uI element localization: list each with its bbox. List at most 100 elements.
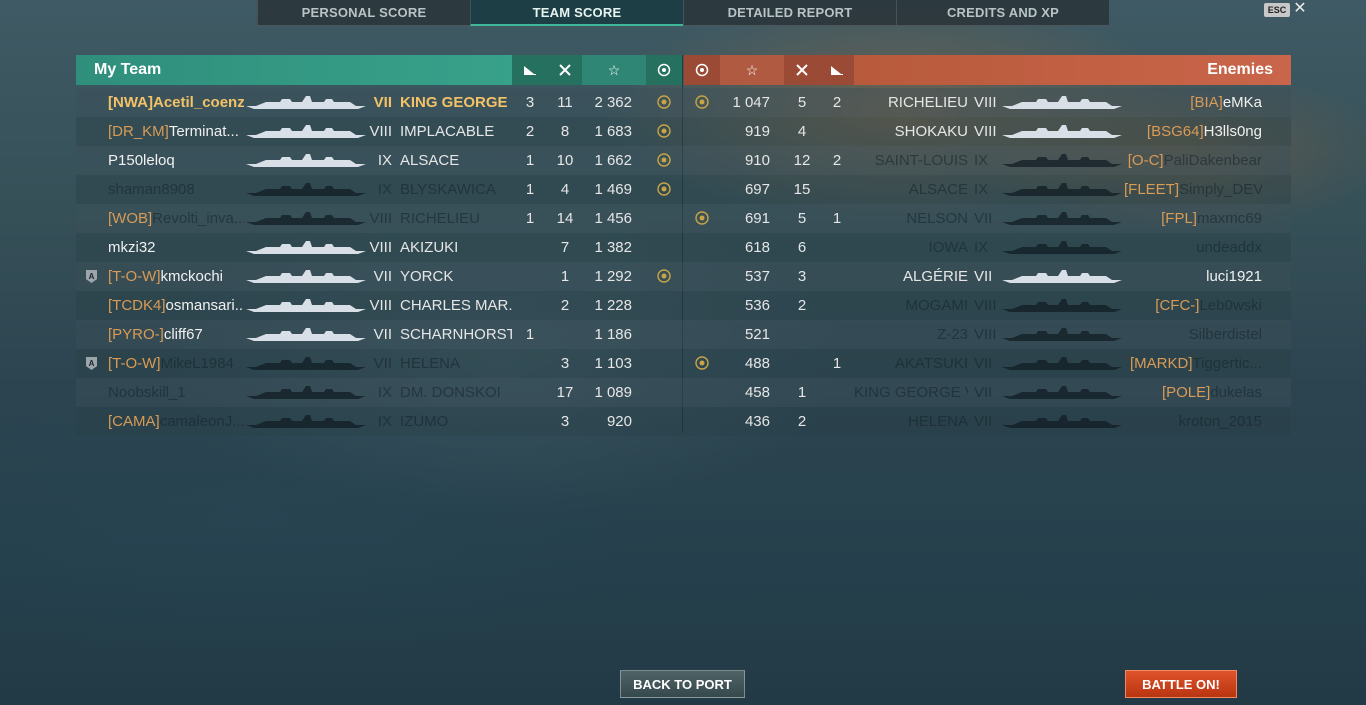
torpedo-hits: 2 (525, 123, 535, 140)
ship-tier: VII (373, 355, 392, 372)
my-team-player[interactable]: mkzi32 VIII AKIZUKI 7 1 382 (76, 233, 682, 262)
clan-tag: [BSG64] (1146, 123, 1204, 140)
my-team-player[interactable]: Noobskill_1 IX DM. DONSKOI 17 1 089 (76, 378, 682, 407)
player-name: cliff67 (163, 326, 203, 343)
ship-name: SHOKAKU (894, 123, 968, 140)
player-name-cell: [T-O-W]MikeL1984 (108, 349, 244, 378)
enemy-player[interactable]: 618 6 IOWA IX undeaddx (684, 233, 1291, 262)
enemy-player[interactable]: 488 1 AKATSUKI VII [MARKD]Tiggertic... (684, 349, 1291, 378)
ship-name: ALSACE (400, 152, 460, 169)
player-name: shaman8908 (108, 181, 195, 198)
clan-tag: [PYRO-] (108, 326, 164, 343)
ship-name: KING GEORGE V (400, 94, 512, 111)
clan-tag: [MARKD] (1130, 355, 1193, 372)
ship-tier: VII (974, 210, 993, 227)
tab-credits-and-xp[interactable]: CREDITS AND XP (896, 0, 1109, 26)
my-team-player[interactable]: A [T-O-W]kmckochi VII YORCK 1 1 292 (76, 262, 682, 291)
kills-count: 11 (557, 94, 573, 111)
ship-silhouette-icon (246, 385, 366, 400)
tab-team-score[interactable]: TEAM SCORE (470, 0, 683, 26)
my-team-player[interactable]: [PYRO-]cliff67 VII SCHARNHORST 1 1 186 (76, 320, 682, 349)
player-name: H3lls0ng (1203, 123, 1262, 140)
torpedo-icon (512, 55, 548, 85)
enemy-player[interactable]: 537 3 ALGÉRIE VII luci1921 (684, 262, 1291, 291)
player-name: Acetil_coenzi... (153, 94, 244, 111)
kills-count: 7 (560, 239, 570, 256)
enemy-player[interactable]: 458 1 KING GEORGE V VII [POLE]dukelas (684, 378, 1291, 407)
enemy-player[interactable]: 1 047 5 2 RICHELIEU VIII [BIA]eMKa (684, 88, 1291, 117)
player-name-cell: Noobskill_1 (108, 378, 244, 407)
ship-silhouette-icon (1002, 356, 1122, 371)
enemies-header: Enemies (854, 55, 1291, 85)
kills-count (784, 320, 820, 349)
team-score: 919 (744, 123, 770, 140)
ship-silhouette-icon (246, 124, 366, 139)
enemy-player[interactable]: 697 15 ALSACE IX [FLEET]Simply_DEVI (684, 175, 1291, 204)
enemy-player[interactable]: 521 Z-23 VIII Silberdistel (684, 320, 1291, 349)
table-row: shaman8908 IX BLYSKAWICA 1 4 1 469 697 15 ALSACE… (76, 175, 1291, 204)
player-name: camaleonJ... (159, 413, 244, 430)
ship-silhouette-icon (1002, 182, 1122, 197)
ship-silhouette-icon (1002, 153, 1122, 168)
ship-tier: VIII (369, 297, 392, 314)
back-to-port-button[interactable]: BACK TO PORT (620, 670, 745, 698)
enemy-player[interactable]: 910 12 2 SAINT-LOUIS IX [O-C]PaliDakenbear (684, 146, 1291, 175)
my-team-player[interactable]: A [T-O-W]MikeL1984 VII HELENA 3 1 103 (76, 349, 682, 378)
ship-silhouette-icon (1002, 327, 1122, 342)
torpedo-hits (512, 233, 548, 262)
ship-name: AKIZUKI (400, 239, 459, 256)
torpedo-hits (820, 175, 854, 204)
ship-name: HELENA (400, 355, 461, 372)
player-name: luci1921 (1206, 268, 1262, 285)
ship-silhouette-icon (246, 182, 366, 197)
player-name-cell: [BSG64]H3lls0ng (1124, 117, 1262, 146)
player-name-cell: P150leloq (108, 146, 244, 175)
player-name: Simply_DEVI (1179, 181, 1262, 198)
enemy-player[interactable]: 691 5 1 NELSON VII [FPL]maxmc69 (684, 204, 1291, 233)
medal-icon (694, 355, 710, 371)
table-row: [PYRO-]cliff67 VII SCHARNHORST 1 1 186 521 Z-2… (76, 320, 1291, 349)
player-name: Leb0wski (1199, 297, 1262, 314)
table-row: [TCDK4]osmansari... VIII CHARLES MAR... 2 1 … (76, 291, 1291, 320)
enemy-player[interactable]: 536 2 MOGAMI VIII [CFC-]Leb0wski (684, 291, 1291, 320)
kills-count: 5 (797, 94, 807, 111)
table-row: [DR_KM]Terminat... VIII IMPLACABLE 2 8 1 683 9… (76, 117, 1291, 146)
enemy-player[interactable]: 919 4 SHOKAKU VIII [BSG64]H3lls0ng (684, 117, 1291, 146)
battle-on-button[interactable]: BATTLE ON! (1125, 670, 1237, 698)
medal-icon (656, 123, 672, 139)
my-team-player[interactable]: [NWA]Acetil_coenzi... VII KING GEORGE V 3 11… (76, 88, 682, 117)
my-team-player[interactable]: [WOB]Revolti_inva... VIII RICHELIEU 1 14 1 45… (76, 204, 682, 233)
ship-silhouette-icon (1002, 95, 1122, 110)
ship-silhouette-icon (246, 356, 366, 371)
ship-name: DM. DONSKOI (400, 384, 501, 401)
torpedo-hits (820, 378, 854, 407)
my-team-player[interactable]: [CAMA]camaleonJ... IX IZUMO 3 920 (76, 407, 682, 436)
torpedo-hits (512, 378, 548, 407)
torpedo-hits (820, 320, 854, 349)
kills-count: 10 (556, 152, 574, 169)
my-team-player[interactable]: [TCDK4]osmansari... VIII CHARLES MAR... 2 1 … (76, 291, 682, 320)
torpedo-hits: 1 (832, 210, 842, 227)
enemy-player[interactable]: 436 2 HELENA VII kroton_2015 (684, 407, 1291, 436)
kills-icon (784, 55, 820, 85)
my-team-player[interactable]: [DR_KM]Terminat... VIII IMPLACABLE 2 8 1 683 (76, 117, 682, 146)
tab-personal-score[interactable]: PERSONAL SCORE (257, 0, 470, 26)
team-score: 1 228 (594, 297, 632, 314)
my-team-player[interactable]: shaman8908 IX BLYSKAWICA 1 4 1 469 (76, 175, 682, 204)
team-score: 1 103 (594, 355, 632, 372)
torpedo-hits: 1 (525, 326, 535, 343)
ship-name: ALGÉRIE (902, 268, 968, 285)
player-name-cell: [TCDK4]osmansari... (108, 291, 244, 320)
my-team-player[interactable]: P150leloq IX ALSACE 1 10 1 662 (76, 146, 682, 175)
ship-tier: VII (373, 326, 392, 343)
team-score: 910 (744, 152, 770, 169)
torpedo-hits: 1 (525, 152, 535, 169)
player-name-cell: shaman8908 (108, 175, 244, 204)
close-icon[interactable]: ✕ (1292, 0, 1308, 18)
clan-tag: [T-O-W] (108, 268, 161, 285)
tab-detailed-report[interactable]: DETAILED REPORT (683, 0, 896, 26)
team-score: 537 (744, 268, 770, 285)
torpedo-hits (820, 407, 854, 436)
player-name: PaliDakenbear (1163, 152, 1262, 169)
player-name-cell: [MARKD]Tiggertic... (1124, 349, 1262, 378)
